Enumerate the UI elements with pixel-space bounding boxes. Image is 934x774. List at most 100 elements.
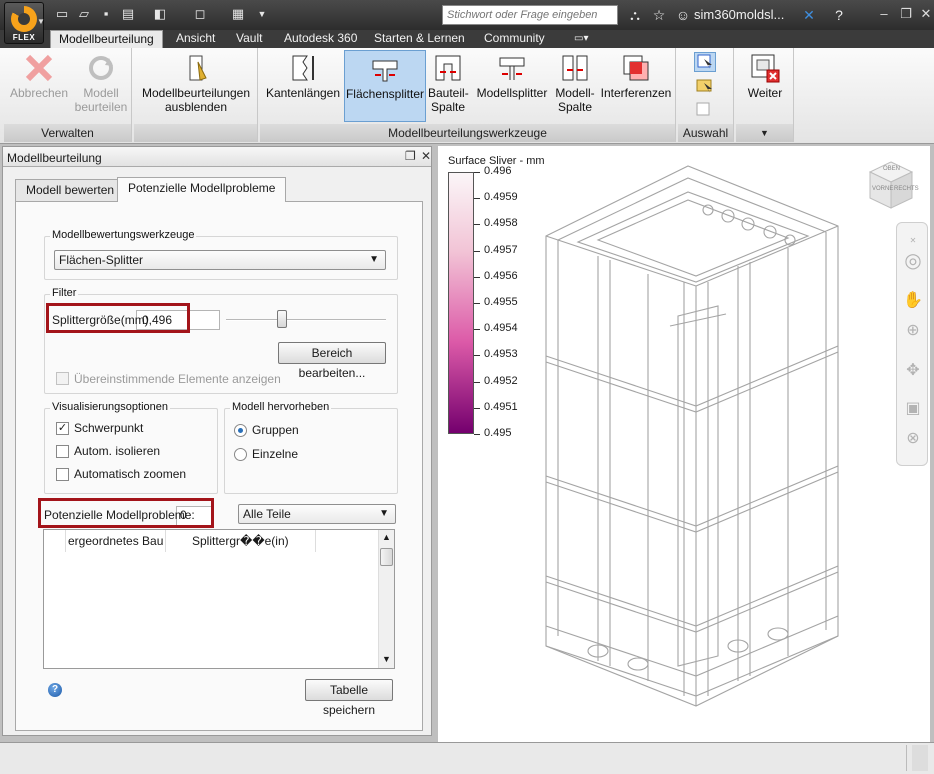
zoom-icon[interactable]: ⊕ xyxy=(903,321,923,341)
tab-modell-bewerten[interactable]: Modell bewerten xyxy=(15,179,126,201)
modellbeurteilungen-ausblenden-button[interactable]: Modellbeurteilungen ausblenden xyxy=(136,50,256,122)
orbit-icon[interactable]: ✥ xyxy=(903,361,923,381)
modell-beurteilen-button[interactable]: Modell beurteilen xyxy=(72,50,130,122)
legend-value: 0.4954 xyxy=(484,322,518,335)
resize-grip-icon[interactable] xyxy=(912,745,928,771)
legend-tick xyxy=(474,250,480,252)
ribbon-expand-icon[interactable]: ▼ xyxy=(736,124,793,142)
user-icon[interactable]: ☺ xyxy=(674,6,692,24)
table-header-size[interactable]: Splittergr��e(in) xyxy=(166,530,316,552)
weiter-button[interactable]: Weiter xyxy=(738,50,792,122)
look-at-icon[interactable]: ▣ xyxy=(903,399,923,419)
minimize-icon[interactable]: – xyxy=(872,4,896,24)
ribbon-group-label: Modellbeurteilungswerkzeuge xyxy=(260,124,675,142)
scroll-up-icon[interactable]: ▲ xyxy=(381,532,392,544)
viewcube[interactable]: OBEN VORNE RECHTS xyxy=(866,158,919,214)
tool-select[interactable]: Flächen-Splitter ▼ xyxy=(54,250,386,270)
cube-icon[interactable]: ◻ xyxy=(192,6,208,22)
full-navigation-wheel-icon[interactable]: ⊗ xyxy=(903,429,923,449)
panel-float-icon[interactable]: ❐ xyxy=(405,149,416,163)
splitter-size-value: 0,496 xyxy=(142,313,173,327)
modell-spalte-button[interactable]: Modell- Spalte xyxy=(554,50,596,122)
help-icon[interactable]: ? xyxy=(830,6,848,24)
cabinet-wireframe-model xyxy=(545,165,839,707)
tool-select-value: Flächen-Splitter xyxy=(59,253,144,267)
user-name[interactable]: sim360moldsl... xyxy=(694,7,784,22)
select-folder-icon[interactable] xyxy=(694,76,716,96)
vis-option-checkbox[interactable]: ✓ xyxy=(56,422,69,435)
splitter-slider-track[interactable] xyxy=(226,319,386,321)
parts-filter-select[interactable]: Alle Teile ▼ xyxy=(238,504,396,524)
select-cursor-icon[interactable] xyxy=(694,52,716,72)
modellsplitter-button[interactable]: Modellsplitter xyxy=(472,50,552,122)
bereich-bearbeiten-button[interactable]: Bereich bearbeiten... xyxy=(278,342,386,380)
app-logo-icon xyxy=(11,6,37,32)
steering-wheel-icon[interactable]: ◎ xyxy=(903,251,923,271)
ribbon-options-icon[interactable]: ▭▾ xyxy=(566,30,596,48)
tab-community[interactable]: Community xyxy=(476,30,553,48)
abbrechen-button[interactable]: Abbrechen xyxy=(6,50,72,122)
tab-modellbeurteilung[interactable]: Modellbeurteilung xyxy=(50,30,163,48)
vis-option-checkbox[interactable] xyxy=(56,445,69,458)
search-input[interactable] xyxy=(442,5,618,25)
navbar-close-icon[interactable]: ✕ xyxy=(903,231,923,251)
vis-option-label: Schwerpunkt xyxy=(74,421,144,435)
legend-tick xyxy=(474,276,480,278)
legend-value: 0.4957 xyxy=(484,243,518,256)
highlight-option-radio[interactable] xyxy=(234,424,247,437)
table-header-blank xyxy=(44,530,66,552)
highlight-option-radio[interactable] xyxy=(234,448,247,461)
graphics-viewport[interactable] xyxy=(438,146,930,742)
select-box-icon[interactable] xyxy=(694,100,716,120)
tab-autodesk-360[interactable]: Autodesk 360 xyxy=(276,30,365,48)
legend-value: 0.4953 xyxy=(484,348,518,361)
scroll-down-icon[interactable]: ▼ xyxy=(381,654,392,666)
table-scrollbar[interactable]: ▲ ▼ xyxy=(378,530,394,668)
highlight-option-label: Einzelne xyxy=(252,447,299,461)
panel-close-icon[interactable]: ✕ xyxy=(421,149,431,163)
title-bar: ▭ ▱ ▪ ▤ ◧ ◻ ▦ ▼ ⛬ ☆ ☺ sim360moldsl... ✕ … xyxy=(0,0,934,30)
bauteil-spalte-button[interactable]: Bauteil- Spalte xyxy=(428,50,469,122)
vis-option-checkbox[interactable] xyxy=(56,468,69,481)
tab-vault[interactable]: Vault xyxy=(228,30,270,48)
refresh-icon xyxy=(85,52,117,84)
filter-group-label: Filter xyxy=(50,287,79,299)
matching-elements-label: Übereinstimmende Elemente anzeigen xyxy=(74,372,281,386)
matching-elements-checkbox[interactable] xyxy=(56,372,69,385)
splitter-slider-thumb[interactable] xyxy=(277,310,287,328)
star-icon[interactable]: ☆ xyxy=(650,6,668,24)
pan-hand-icon[interactable]: ✋ xyxy=(903,291,923,311)
qat-dropdown-icon[interactable]: ▼ xyxy=(254,6,270,22)
tab-ansicht[interactable]: Ansicht xyxy=(168,30,223,48)
print-icon[interactable]: ▤ xyxy=(120,6,136,22)
binoculars-icon[interactable]: ⛬ xyxy=(626,6,644,24)
application-menu-button[interactable]: ▼ FLEX xyxy=(4,2,45,44)
new-file-icon[interactable]: ▭ xyxy=(54,6,70,22)
tabelle-speichern-button[interactable]: Tabelle speichern xyxy=(305,679,393,717)
flaechensplitter-button[interactable]: Flächensplitter xyxy=(344,50,426,122)
tab-potenzielle-modellprobleme[interactable]: Potenzielle Modellprobleme xyxy=(117,177,287,202)
legend-value: 0.4955 xyxy=(484,296,518,308)
open-folder-icon[interactable]: ▱ xyxy=(76,6,92,22)
ribbon-group-label: Auswahl xyxy=(678,124,733,142)
results-table[interactable]: ergeordnetes Bau Splittergr��e(in) ▲ ▼ xyxy=(43,529,395,669)
interferenzen-button[interactable]: Interferenzen xyxy=(598,50,674,122)
table-header-parent[interactable]: ergeordnetes Bau xyxy=(66,530,166,552)
legend-tick xyxy=(474,172,480,173)
scrollbar-thumb[interactable] xyxy=(380,548,393,566)
part-icon[interactable]: ◧ xyxy=(152,6,168,22)
exchange-icon[interactable]: ✕ xyxy=(800,6,818,24)
viewcube-top-label: OBEN xyxy=(883,166,901,172)
highlight-option-label: Gruppen xyxy=(252,423,299,437)
legend-tick xyxy=(474,434,480,435)
part-gap-icon xyxy=(432,52,464,84)
panel-help-icon[interactable]: ? xyxy=(48,683,62,697)
close-icon[interactable]: ✕ xyxy=(914,4,934,24)
viewcube-front-label: VORNE xyxy=(872,186,894,192)
tab-starten-lernen[interactable]: Starten & Lernen xyxy=(366,30,473,48)
report-icon[interactable]: ▦ xyxy=(230,6,246,22)
ribbon-group-label-empty xyxy=(134,124,257,142)
save-icon[interactable]: ▪ xyxy=(98,6,114,22)
ribbon-group-weiter: Weiter ▼ xyxy=(736,48,794,142)
kantenlaengen-button[interactable]: Kantenlängen xyxy=(264,50,342,122)
